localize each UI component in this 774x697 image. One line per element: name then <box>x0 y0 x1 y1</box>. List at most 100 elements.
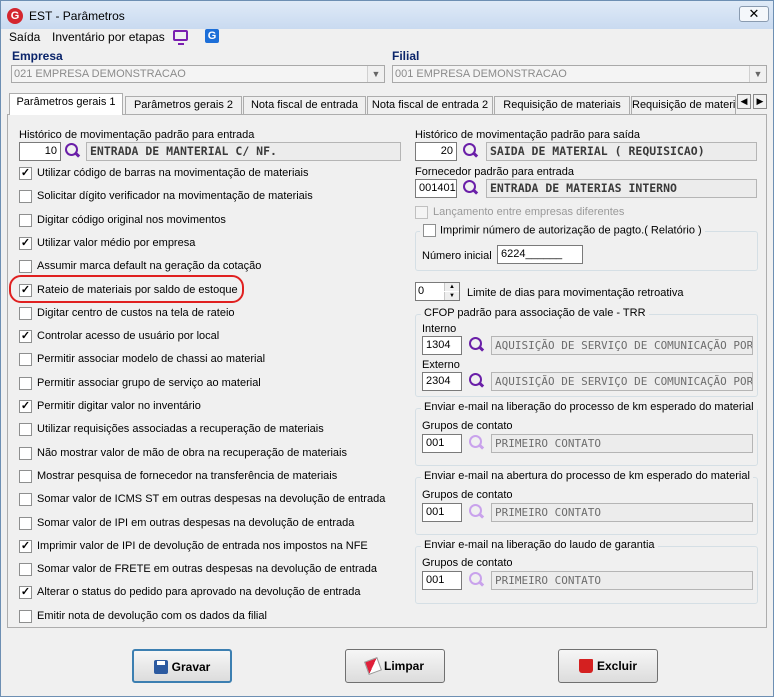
menu-inventario-por-etapas[interactable]: Inventário por etapas <box>52 29 165 45</box>
numero-inicial-label: Número inicial <box>422 250 492 262</box>
filial-select[interactable]: 001 EMPRESA DEMONSTRACAO ▼ <box>392 65 767 83</box>
excluir-label: Excluir <box>596 659 638 673</box>
hist-saida-code-input[interactable]: 20 <box>415 142 457 161</box>
option-label: Permitir associar grupo de serviço ao ma… <box>37 376 261 389</box>
hist-entrada-label: Histórico de movimentação padrão para en… <box>19 129 255 141</box>
monitor-icon[interactable] <box>173 30 188 45</box>
empresa-select[interactable]: 021 EMPRESA DEMONSTRACAO ▼ <box>11 65 385 83</box>
option-label: Utilizar código de barras na movimentaçã… <box>37 167 309 179</box>
email-abertura-km-legend: Enviar e-mail na abertura do processo de… <box>421 470 753 482</box>
lancamento-empresas-checkbox[interactable] <box>415 206 428 219</box>
limite-dias-stepper[interactable]: 0 ▲ ▼ <box>415 282 460 301</box>
externo-desc: AQUISIÇÃO DE SERVIÇO DE COMUNICAÇÃO POR … <box>491 372 753 391</box>
imprimir-autorizacao-label: Imprimir número de autorização de pagto.… <box>440 224 702 237</box>
search-icon[interactable] <box>468 572 484 588</box>
option-label: Utilizar valor médio por empresa <box>37 236 196 249</box>
option-checkbox[interactable]: ✓ <box>19 330 32 344</box>
limite-dias-label: Limite de dias para movimentação retroat… <box>467 287 684 299</box>
option-label: Solicitar dígito verificador na moviment… <box>37 190 313 203</box>
search-icon[interactable] <box>468 435 484 451</box>
tab-scroll-left-icon[interactable]: ◀ <box>737 94 751 109</box>
option-label: Não mostrar valor de mão de obra na recu… <box>37 446 347 459</box>
numero-inicial-input[interactable]: 6224______ <box>497 245 583 264</box>
option-label: Emitir nota de devolução com os dados da… <box>37 609 267 622</box>
option-checkbox[interactable] <box>19 376 32 390</box>
option-checkbox[interactable]: ✓ <box>19 586 32 600</box>
option-label: Mostrar pesquisa de fornecedor na transf… <box>37 469 338 482</box>
grupo-code-input[interactable]: 001 <box>422 434 462 453</box>
gravar-button[interactable]: Gravar <box>132 649 232 683</box>
stepper-up-icon[interactable]: ▲ <box>444 283 459 291</box>
title-bar: G EST - Parâmetros ✕ <box>1 1 773 29</box>
search-icon[interactable] <box>468 504 484 520</box>
option-label: Digitar código original nos movimentos <box>37 213 226 226</box>
option-checkbox[interactable] <box>19 493 32 507</box>
hist-entrada-desc: ENTRADA DE MANTERIAL C/ NF. <box>86 142 401 161</box>
option-checkbox[interactable]: ✓ <box>19 539 32 553</box>
search-icon[interactable] <box>468 373 484 389</box>
imprimir-autorizacao-checkbox[interactable] <box>423 224 436 237</box>
option-checkbox[interactable] <box>19 213 32 227</box>
search-icon[interactable] <box>468 337 484 353</box>
tab-requisicao-materiais[interactable]: Requisição de materiais <box>494 96 630 114</box>
search-icon[interactable] <box>462 180 478 196</box>
hist-entrada-code-input[interactable]: 10 <box>19 142 61 161</box>
tab-nota-fiscal-entrada[interactable]: Nota fiscal de entrada <box>243 96 366 114</box>
excluir-button[interactable]: Excluir <box>558 649 658 683</box>
interno-code-input[interactable]: 1304 <box>422 336 462 355</box>
cfop-legend: CFOP padrão para associação de vale - TR… <box>421 307 649 319</box>
option-checkbox[interactable] <box>19 190 32 204</box>
tab-parametros-gerais-1[interactable]: Parâmetros gerais 1 <box>9 93 123 115</box>
grupo-code-input[interactable]: 001 <box>422 571 462 590</box>
option-label: Digitar centro de custos na tela de rate… <box>37 306 235 319</box>
close-button[interactable]: ✕ <box>739 6 769 22</box>
g-logo-icon[interactable]: G <box>205 29 219 43</box>
email-laudo-garantia-legend: Enviar e-mail na liberação do laudo de g… <box>421 539 658 551</box>
empresa-label: Empresa <box>12 49 63 63</box>
option-checkbox[interactable] <box>19 609 32 623</box>
option-checkbox[interactable] <box>19 469 32 483</box>
lancamento-empresas-label: Lançamento entre empresas diferentes <box>433 206 625 218</box>
tab-parametros-gerais-2[interactable]: Parâmetros gerais 2 <box>125 96 242 114</box>
option-checkbox[interactable]: ✓ <box>19 236 32 250</box>
limpar-label: Limpar <box>383 659 424 673</box>
tab-requisicao-materiais-2[interactable]: Requisição de materi <box>631 96 736 114</box>
menu-saida[interactable]: Saída <box>9 29 40 45</box>
limpar-button[interactable]: Limpar <box>345 649 445 683</box>
interno-label: Interno <box>422 323 457 335</box>
grupos-contato-label: Grupos de contato <box>422 489 513 501</box>
window-title: EST - Parâmetros <box>29 9 125 23</box>
trash-icon <box>578 658 593 673</box>
option-label: Somar valor de IPI em outras despesas na… <box>37 516 355 529</box>
option-checkbox[interactable] <box>19 516 32 530</box>
chevron-down-icon[interactable]: ▼ <box>367 66 384 82</box>
option-label: Imprimir valor de IPI de devolução de en… <box>37 539 368 552</box>
option-checkbox[interactable] <box>19 260 32 274</box>
search-icon[interactable] <box>462 143 478 159</box>
option-checkbox[interactable]: ✓ <box>19 167 32 180</box>
externo-code-input[interactable]: 2304 <box>422 372 462 391</box>
app-logo-icon: G <box>7 8 23 24</box>
fornecedor-label: Fornecedor padrão para entrada <box>415 166 574 178</box>
gravar-label: Gravar <box>171 660 211 674</box>
chevron-down-icon[interactable]: ▼ <box>749 66 766 82</box>
search-icon[interactable] <box>64 143 80 159</box>
option-checkbox[interactable] <box>19 306 32 320</box>
option-label: Somar valor de ICMS ST em outras despesa… <box>37 493 386 506</box>
option-checkbox[interactable] <box>19 423 32 437</box>
parametros-window: G EST - Parâmetros ✕ Saída Inventário po… <box>0 0 774 697</box>
option-label: Assumir marca default na geração da cota… <box>37 260 262 273</box>
fornecedor-desc: ENTRADA DE MATERIAS INTERNO <box>486 179 757 198</box>
stepper-down-icon[interactable]: ▼ <box>444 292 459 300</box>
email-liberacao-km-legend: Enviar e-mail na liberação do processo d… <box>421 401 757 413</box>
empresa-value: 021 EMPRESA DEMONSTRACAO <box>14 68 186 80</box>
fornecedor-code-input[interactable]: 001401 <box>415 179 457 198</box>
option-checkbox[interactable] <box>19 563 32 577</box>
option-checkbox[interactable]: ✓ <box>19 400 32 413</box>
grupo-code-input[interactable]: 001 <box>422 503 462 522</box>
tab-nota-fiscal-entrada-2[interactable]: Nota fiscal de entrada 2 <box>367 96 493 114</box>
option-checkbox[interactable] <box>19 353 32 367</box>
filial-label: Filial <box>392 49 420 63</box>
tab-scroll-right-icon[interactable]: ▶ <box>753 94 767 109</box>
option-checkbox[interactable] <box>19 446 32 460</box>
